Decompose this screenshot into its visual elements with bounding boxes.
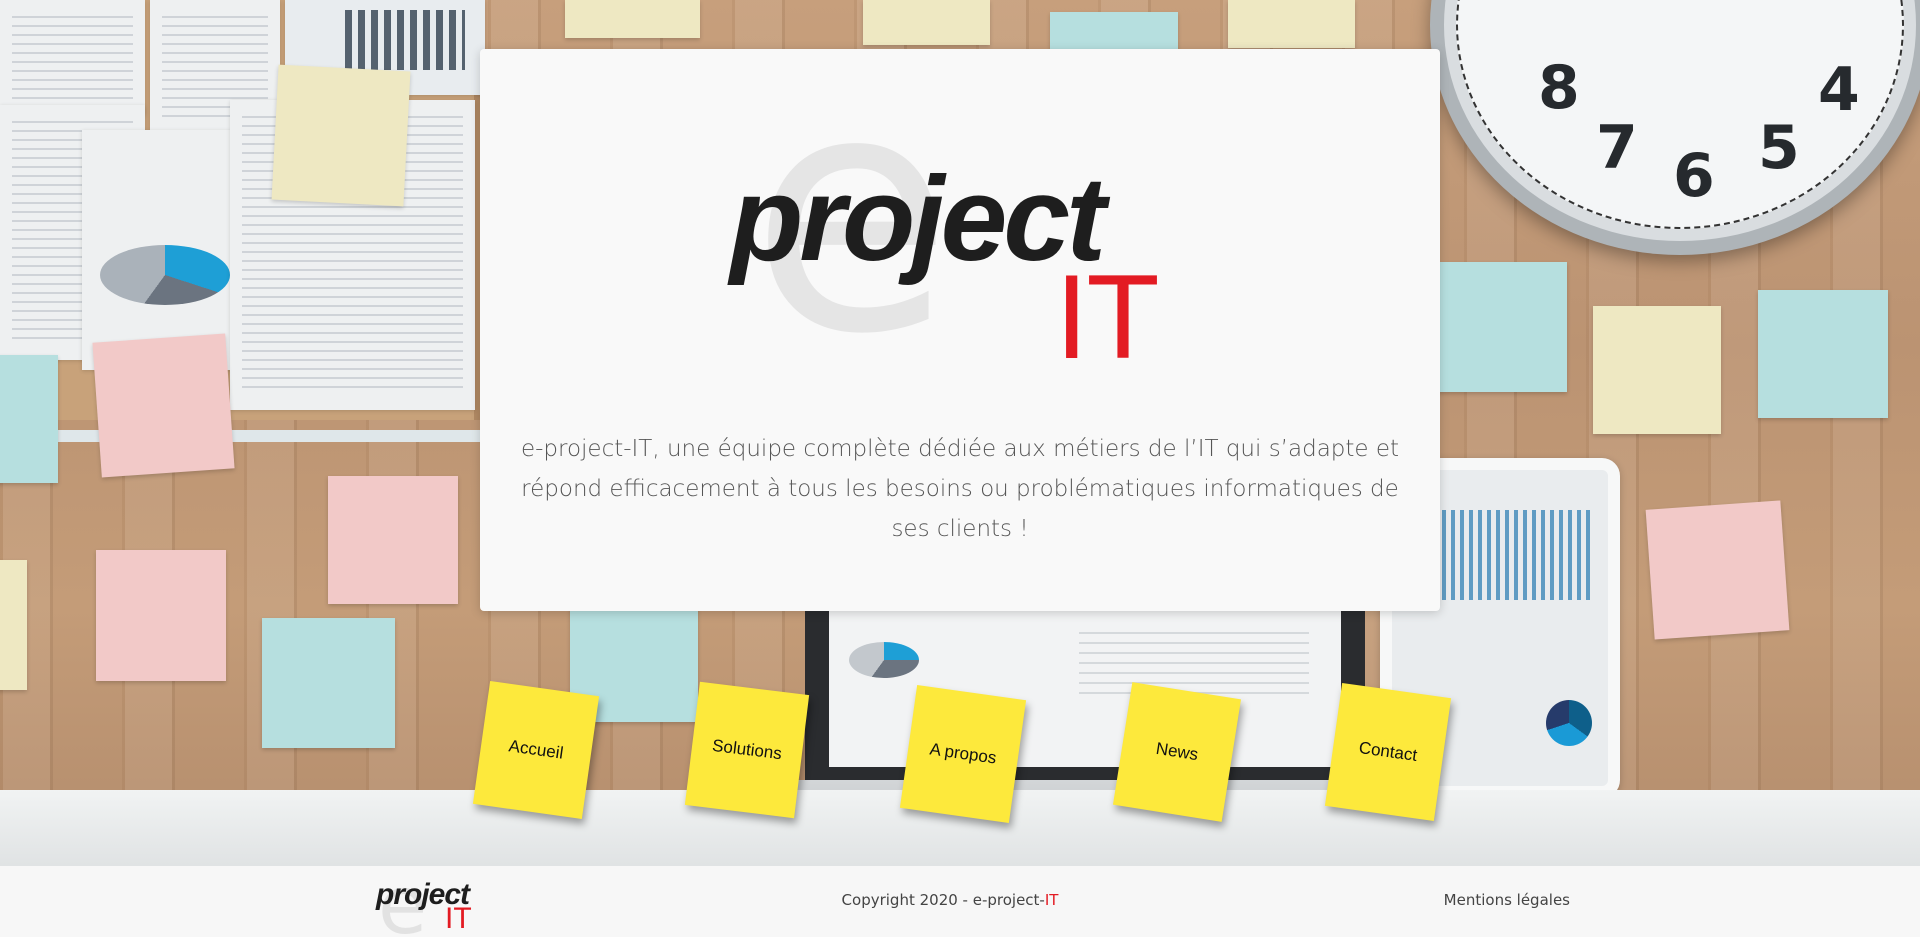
nav-label: Contact bbox=[1357, 738, 1419, 765]
copyright-text: Copyright 2020 - e-project-IT bbox=[780, 891, 1120, 909]
sticky-note bbox=[328, 476, 458, 604]
logo-suffix: IT bbox=[1055, 250, 1160, 384]
sticky-note bbox=[92, 333, 235, 478]
hero-card: e project IT e-project-IT, une équipe co… bbox=[480, 49, 1440, 611]
sticky-note bbox=[0, 355, 58, 483]
nav-label: Accueil bbox=[507, 736, 565, 763]
copyright-brand-suffix: IT bbox=[1044, 891, 1059, 909]
nav-solutions[interactable]: Solutions bbox=[684, 681, 810, 819]
nav-news[interactable]: News bbox=[1112, 682, 1242, 822]
sticky-note bbox=[1758, 290, 1888, 418]
nav-label: News bbox=[1154, 738, 1200, 765]
sticky-note bbox=[0, 560, 27, 690]
sticky-note bbox=[96, 550, 226, 681]
footer-logo[interactable]: e project IT bbox=[376, 866, 478, 937]
wall-clock: 8 7 6 5 4 bbox=[1430, 0, 1920, 255]
nav-accueil[interactable]: Accueil bbox=[472, 680, 600, 820]
sticky-note bbox=[1645, 500, 1790, 640]
logo-word: project bbox=[730, 152, 1106, 286]
nav-label: Solutions bbox=[711, 735, 783, 764]
nav-contact[interactable]: Contact bbox=[1324, 682, 1452, 822]
logo-suffix: IT bbox=[445, 902, 472, 935]
copyright-prefix: Copyright 2020 - e-project- bbox=[841, 891, 1045, 909]
sticky-note bbox=[1437, 262, 1567, 392]
hero-tagline: e-project-IT, une équipe complète dédiée… bbox=[520, 436, 1400, 542]
sticky-note bbox=[1593, 306, 1721, 434]
sticky-note bbox=[565, 0, 700, 38]
nav-a-propos[interactable]: A propos bbox=[899, 684, 1027, 824]
legal-notice-link[interactable]: Mentions légales bbox=[1400, 891, 1570, 909]
sticky-note bbox=[1228, 0, 1355, 48]
document-sheet bbox=[0, 0, 145, 115]
sticky-note bbox=[271, 64, 411, 207]
footer: e project IT Copyright 2020 - e-project-… bbox=[0, 866, 1920, 937]
nav-label: A propos bbox=[928, 739, 998, 768]
sticky-note bbox=[1050, 12, 1178, 50]
sticky-note bbox=[262, 618, 395, 748]
logo: e project IT bbox=[730, 49, 1180, 409]
shelf bbox=[0, 430, 480, 442]
